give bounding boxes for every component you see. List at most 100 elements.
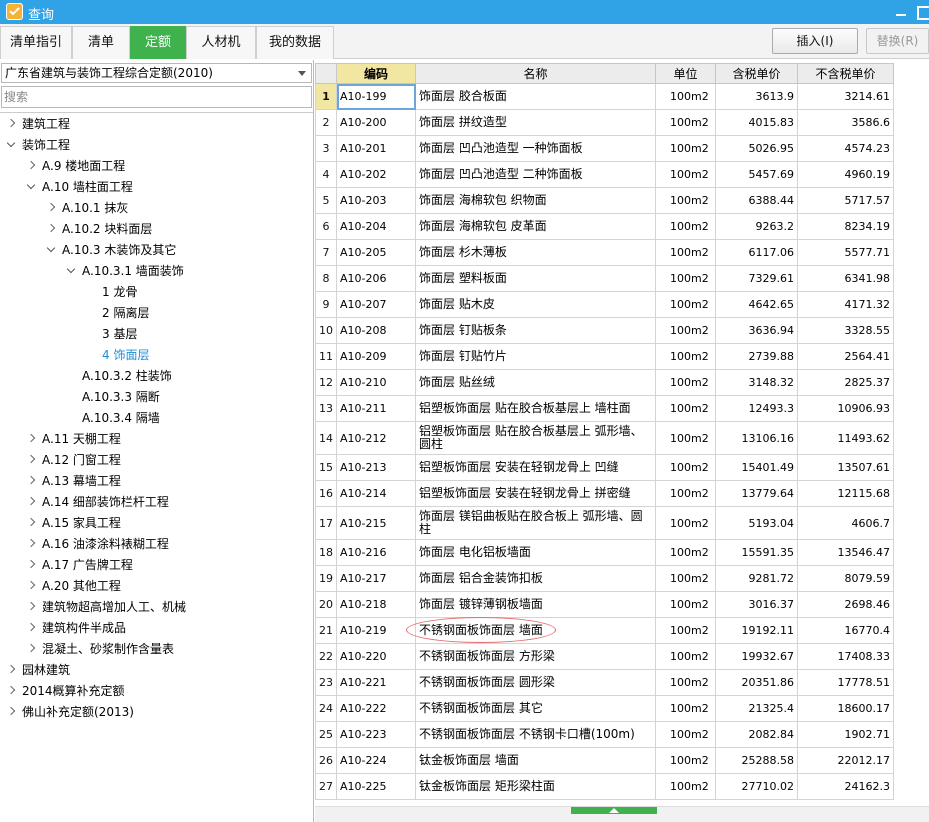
row-index-cell[interactable]: 26	[315, 747, 337, 774]
search-input[interactable]	[1, 86, 312, 108]
tree-item[interactable]: A.10.3 木装饰及其它	[0, 240, 313, 261]
name-cell[interactable]: 钛金板饰面层 矩形梁柱面	[415, 773, 656, 800]
table-row[interactable]: 3 A10-201 饰面层 凹凸池造型 一种饰面板 100m2 5026.95 4574.…	[315, 135, 894, 162]
unit-cell[interactable]: 100m2	[655, 773, 716, 800]
unit-cell[interactable]: 100m2	[655, 721, 716, 748]
code-cell[interactable]: A10-221	[336, 669, 416, 696]
code-cell[interactable]: A10-199	[336, 83, 416, 110]
table-row[interactable]: 17 A10-215 饰面层 镁铝曲板贴在胶合板上 弧形墙、圆柱 100m2 5193.…	[315, 506, 894, 540]
row-index-cell[interactable]: 24	[315, 695, 337, 722]
price-without-tax-cell[interactable]: 3214.61	[797, 83, 894, 110]
price-with-tax-cell[interactable]: 27710.02	[715, 773, 798, 800]
chevron-right-icon[interactable]	[26, 161, 36, 171]
row-index-cell[interactable]: 8	[315, 265, 337, 292]
price-with-tax-cell[interactable]: 2739.88	[715, 343, 798, 370]
name-cell[interactable]: 饰面层 镁铝曲板贴在胶合板上 弧形墙、圆柱	[415, 506, 656, 540]
chevron-right-icon[interactable]	[6, 707, 16, 717]
tree-item[interactable]: A.15 家具工程	[0, 513, 313, 534]
price-without-tax-cell[interactable]: 2698.46	[797, 591, 894, 618]
code-cell[interactable]: A10-220	[336, 643, 416, 670]
tab-materials[interactable]: 人材机	[186, 26, 256, 59]
tree-item[interactable]: A.12 门窗工程	[0, 450, 313, 471]
code-cell[interactable]: A10-202	[336, 161, 416, 188]
tree-item[interactable]: 建筑物超高增加人工、机械	[0, 597, 313, 618]
price-without-tax-cell[interactable]: 17778.51	[797, 669, 894, 696]
tree-item[interactable]: 2014概算补充定额	[0, 681, 313, 702]
row-index-cell[interactable]: 20	[315, 591, 337, 618]
column-header-price-with-tax[interactable]: 含税单价	[715, 63, 798, 84]
chevron-right-icon[interactable]	[6, 119, 16, 129]
code-cell[interactable]: A10-204	[336, 213, 416, 240]
name-cell[interactable]: 不锈钢面板饰面层 方形梁	[415, 643, 656, 670]
tree-item[interactable]: 混凝土、砂浆制作含量表	[0, 639, 313, 660]
table-row[interactable]: 27 A10-225 钛金板饰面层 矩形梁柱面 100m2 27710.02 24162.…	[315, 773, 894, 800]
price-without-tax-cell[interactable]: 10906.93	[797, 395, 894, 422]
row-index-cell[interactable]: 21	[315, 617, 337, 644]
tree-item[interactable]: 3 基层	[0, 324, 313, 345]
row-index-cell[interactable]: 4	[315, 161, 337, 188]
tree-item[interactable]: A.11 天棚工程	[0, 429, 313, 450]
unit-cell[interactable]: 100m2	[655, 161, 716, 188]
row-index-cell[interactable]: 19	[315, 565, 337, 592]
chevron-right-icon[interactable]	[26, 560, 36, 570]
code-cell[interactable]: A10-217	[336, 565, 416, 592]
chevron-right-icon[interactable]	[26, 476, 36, 486]
table-row[interactable]: 12 A10-210 饰面层 贴丝绒 100m2 3148.32 2825.37	[315, 369, 894, 396]
price-without-tax-cell[interactable]: 4960.19	[797, 161, 894, 188]
chevron-right-icon[interactable]	[26, 623, 36, 633]
price-with-tax-cell[interactable]: 5026.95	[715, 135, 798, 162]
table-row[interactable]: 21 A10-219 不锈钢面板饰面层 墙面 100m2 19192.11 16770.4	[315, 617, 894, 644]
unit-cell[interactable]: 100m2	[655, 239, 716, 266]
unit-cell[interactable]: 100m2	[655, 421, 716, 455]
name-cell[interactable]: 不锈钢面板饰面层 墙面	[415, 617, 656, 644]
code-cell[interactable]: A10-207	[336, 291, 416, 318]
code-cell[interactable]: A10-222	[336, 695, 416, 722]
row-index-cell[interactable]: 23	[315, 669, 337, 696]
chevron-right-icon[interactable]	[26, 539, 36, 549]
unit-cell[interactable]: 100m2	[655, 747, 716, 774]
tree-item[interactable]: A.17 广告牌工程	[0, 555, 313, 576]
name-cell[interactable]: 饰面层 拼纹造型	[415, 109, 656, 136]
row-index-cell[interactable]: 6	[315, 213, 337, 240]
name-cell[interactable]: 饰面层 杉木薄板	[415, 239, 656, 266]
quota-book-select[interactable]: 广东省建筑与装饰工程综合定额(2010)	[1, 63, 312, 83]
tree-item[interactable]: 建筑构件半成品	[0, 618, 313, 639]
chevron-right-icon[interactable]	[46, 203, 56, 213]
price-with-tax-cell[interactable]: 3016.37	[715, 591, 798, 618]
name-cell[interactable]: 饰面层 钉贴板条	[415, 317, 656, 344]
price-with-tax-cell[interactable]: 5457.69	[715, 161, 798, 188]
name-cell[interactable]: 不锈钢面板饰面层 不锈钢卡口槽(100m)	[415, 721, 656, 748]
tree-item[interactable]: 2 隔离层	[0, 303, 313, 324]
tree-item[interactable]: A.14 细部装饰栏杆工程	[0, 492, 313, 513]
price-without-tax-cell[interactable]: 5717.57	[797, 187, 894, 214]
unit-cell[interactable]: 100m2	[655, 317, 716, 344]
table-row[interactable]: 14 A10-212 铝塑板饰面层 贴在胶合板基层上 弧形墙、圆柱 100m2 1310…	[315, 421, 894, 455]
price-with-tax-cell[interactable]: 20351.86	[715, 669, 798, 696]
table-row[interactable]: 26 A10-224 钛金板饰面层 墙面 100m2 25288.58 22012.17	[315, 747, 894, 774]
price-with-tax-cell[interactable]: 9281.72	[715, 565, 798, 592]
price-with-tax-cell[interactable]: 13106.16	[715, 421, 798, 455]
column-header-unit[interactable]: 单位	[655, 63, 716, 84]
row-index-cell[interactable]: 7	[315, 239, 337, 266]
tree-item[interactable]: A.13 幕墙工程	[0, 471, 313, 492]
chevron-right-icon[interactable]	[6, 686, 16, 696]
price-without-tax-cell[interactable]: 11493.62	[797, 421, 894, 455]
row-index-cell[interactable]: 9	[315, 291, 337, 318]
unit-cell[interactable]: 100m2	[655, 506, 716, 540]
tab-list[interactable]: 清单	[72, 26, 130, 59]
replace-button[interactable]: 替换(R)	[866, 28, 929, 54]
code-cell[interactable]: A10-201	[336, 135, 416, 162]
price-with-tax-cell[interactable]: 7329.61	[715, 265, 798, 292]
price-with-tax-cell[interactable]: 3613.9	[715, 83, 798, 110]
price-with-tax-cell[interactable]: 5193.04	[715, 506, 798, 540]
name-cell[interactable]: 饰面层 铝合金装饰扣板	[415, 565, 656, 592]
table-row[interactable]: 25 A10-223 不锈钢面板饰面层 不锈钢卡口槽(100m) 100m2 2082.…	[315, 721, 894, 748]
table-row[interactable]: 6 A10-204 饰面层 海棉软包 皮革面 100m2 9263.2 8234.19	[315, 213, 894, 240]
row-index-cell[interactable]: 12	[315, 369, 337, 396]
table-row[interactable]: 2 A10-200 饰面层 拼纹造型 100m2 4015.83 3586.6	[315, 109, 894, 136]
chevron-right-icon[interactable]	[26, 434, 36, 444]
horizontal-scrollbar[interactable]	[315, 806, 929, 822]
unit-cell[interactable]: 100m2	[655, 454, 716, 481]
price-without-tax-cell[interactable]: 3328.55	[797, 317, 894, 344]
name-cell[interactable]: 铝塑板饰面层 贴在胶合板基层上 弧形墙、圆柱	[415, 421, 656, 455]
